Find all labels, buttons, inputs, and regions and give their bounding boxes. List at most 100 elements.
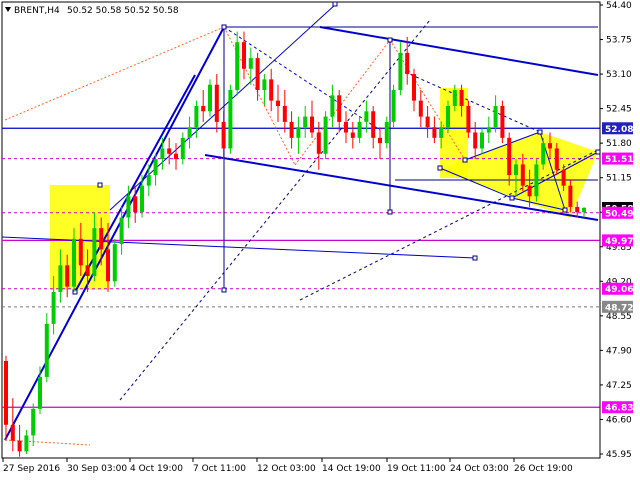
candle-body: [180, 137, 185, 160]
candle: [323, 111, 328, 160]
anchor-point-10[interactable]: [509, 195, 515, 201]
candle-body: [568, 185, 573, 207]
x-tick-label: 4 Oct 19:00: [130, 464, 183, 474]
candle-body: [153, 159, 158, 176]
candle-body: [398, 52, 403, 91]
y-tick-label: 54.40: [606, 1, 632, 11]
candle-body: [378, 137, 382, 144]
candle-body: [24, 435, 29, 452]
anchor-point-5[interactable]: [472, 255, 478, 261]
anchor-point-3[interactable]: [387, 209, 393, 215]
candle-body: [391, 90, 396, 122]
candle-body: [187, 127, 192, 138]
x-tick-label: 7 Oct 11:00: [193, 464, 246, 474]
candle-body: [527, 185, 532, 197]
candle: [500, 100, 505, 144]
candle-body: [269, 79, 274, 101]
candle-body: [384, 121, 389, 144]
candle-body: [228, 90, 233, 149]
ohlc-values: 50.52 50.58 50.52 50.58: [67, 6, 179, 16]
candle-body: [344, 121, 348, 133]
anchor-point-7[interactable]: [97, 182, 103, 188]
candle-body: [507, 137, 512, 176]
candle-body: [432, 127, 437, 138]
candle-body: [323, 116, 328, 154]
candle-body: [473, 132, 478, 149]
candle-body: [201, 105, 206, 112]
anchor-point-2[interactable]: [387, 37, 393, 43]
candle-body: [486, 127, 491, 133]
x-tick-label: 30 Sep 03:00: [67, 464, 127, 474]
candle-body: [51, 291, 56, 324]
candle-body: [38, 376, 42, 409]
candle-body: [289, 121, 294, 138]
candle-body: [235, 42, 240, 91]
anchor-point-1[interactable]: [221, 287, 227, 293]
price-badge: 52.08: [602, 122, 633, 135]
y-tick-label: 47.90: [606, 346, 632, 356]
y-tick-label: 53.10: [606, 70, 632, 80]
candle-body: [167, 148, 172, 154]
price-badge-label: 50.49: [605, 209, 633, 219]
anchor-point-0[interactable]: [221, 24, 227, 30]
candle-body: [92, 228, 97, 276]
anchor-point-8[interactable]: [462, 157, 468, 163]
symbol-label: BRENT,H4: [14, 6, 60, 16]
price-badge: 50.49: [602, 206, 633, 219]
candle-body: [330, 95, 335, 117]
x-tick-label: 26 Oct 19:00: [514, 464, 573, 474]
candle-body: [357, 121, 362, 138]
candle: [208, 79, 212, 117]
candle-body: [282, 105, 287, 122]
anchor-point-9[interactable]: [437, 165, 443, 171]
candle-body: [520, 164, 525, 186]
candle-body: [364, 111, 369, 122]
candle-body: [561, 169, 566, 186]
anchor-point-13[interactable]: [595, 149, 601, 155]
candle-body: [31, 408, 36, 436]
x-tick-label: 19 Oct 11:00: [387, 464, 446, 474]
candle-body: [4, 361, 8, 425]
anchor-point-12[interactable]: [537, 129, 543, 135]
price-badge-label: 49.97: [605, 237, 633, 247]
candle-body: [58, 265, 63, 292]
candle-body: [242, 42, 246, 69]
candle-body: [439, 127, 444, 138]
candle-body: [412, 74, 416, 101]
candle-body: [575, 206, 580, 213]
candle-body: [316, 132, 321, 154]
candle-body: [480, 132, 484, 149]
candle-body: [446, 105, 450, 128]
chart-header: BRENT,H4 50.52 50.58 50.52 50.58: [5, 6, 179, 16]
candle-body: [452, 90, 457, 106]
candle-body: [146, 175, 151, 186]
anchor-point-11[interactable]: [562, 207, 568, 213]
candle-body: [405, 52, 410, 75]
price-badge: 51.51: [602, 152, 633, 165]
price-chart[interactable]: 54.4053.7553.1052.4551.8051.1550.5049.85…: [0, 0, 640, 480]
candle-body: [126, 196, 131, 218]
candle-body: [262, 79, 267, 91]
candle-body: [371, 111, 376, 138]
candle-body: [500, 105, 505, 138]
candle-body: [106, 249, 110, 282]
candle-body: [119, 217, 124, 245]
price-badge: 49.06: [602, 282, 633, 295]
candle: [112, 238, 117, 287]
x-tick-label: 24 Oct 03:00: [450, 464, 509, 474]
candle-body: [72, 238, 76, 287]
candle-body: [174, 153, 178, 160]
x-tick-label: 12 Oct 03:00: [257, 464, 316, 474]
candle-body: [208, 84, 212, 112]
candle-body: [554, 148, 559, 170]
candle-body: [99, 228, 104, 250]
candle-body: [466, 105, 471, 133]
candle-body: [582, 207, 586, 213]
y-tick-label: 46.60: [606, 415, 632, 425]
anchor-point-4[interactable]: [332, 1, 338, 7]
candle: [466, 100, 471, 138]
candle-body: [65, 265, 70, 287]
price-badge: 46.83: [602, 401, 633, 414]
candle-body: [214, 84, 219, 122]
candle-body: [534, 164, 539, 197]
